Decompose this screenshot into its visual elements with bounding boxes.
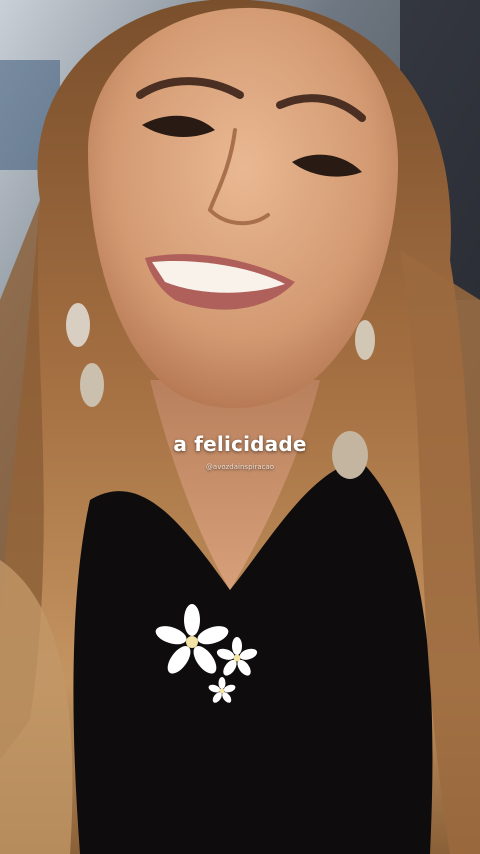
story-frame: a felicidade @avozdainspiracao bbox=[0, 0, 480, 854]
white-flowers-icon bbox=[155, 604, 258, 703]
portrait-photo bbox=[0, 0, 480, 854]
story-caption: a felicidade bbox=[173, 432, 307, 456]
story-handle: @avozdainspiracao bbox=[205, 463, 275, 471]
